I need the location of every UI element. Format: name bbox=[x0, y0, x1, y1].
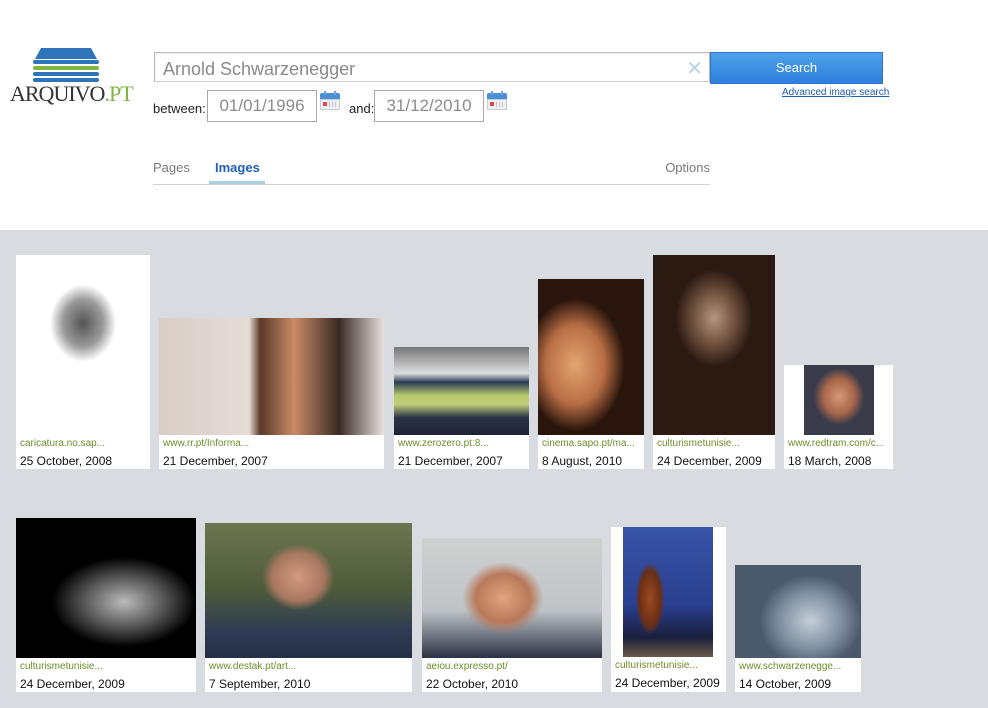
result-source-link[interactable]: culturismetunisie... bbox=[657, 438, 740, 449]
to-date-label: and: bbox=[349, 101, 375, 116]
from-date-input[interactable]: 01/01/1996 bbox=[207, 90, 317, 122]
image-result[interactable]: www.zerozero.pt:8... 21 December, 2007 bbox=[394, 347, 529, 469]
result-date: 8 August, 2010 bbox=[542, 454, 623, 468]
image-result[interactable]: www.schwarzenegge... 14 October, 2009 bbox=[735, 565, 861, 692]
result-thumbnail[interactable] bbox=[623, 527, 713, 657]
image-result[interactable]: culturismetunisie... 24 December, 2009 bbox=[16, 518, 196, 692]
result-source-link[interactable]: www.redtram.com/c... bbox=[788, 438, 884, 449]
image-result[interactable]: www.redtram.com/c... 18 March, 2008 bbox=[784, 365, 893, 469]
result-thumbnail[interactable] bbox=[538, 279, 644, 435]
result-source-link[interactable]: www.schwarzenegge... bbox=[739, 661, 841, 672]
from-date-label: between: bbox=[153, 101, 206, 116]
image-result[interactable]: www.destak.pt/art... 7 September, 2010 bbox=[205, 523, 412, 692]
result-thumbnail[interactable] bbox=[653, 255, 775, 435]
advanced-image-search-link[interactable]: Advanced image search bbox=[782, 87, 889, 98]
image-result[interactable]: culturismetunisie... 24 December, 2009 bbox=[653, 255, 775, 469]
result-date: 25 October, 2008 bbox=[20, 454, 113, 468]
active-tab-indicator bbox=[209, 181, 265, 184]
result-thumbnail[interactable] bbox=[735, 565, 861, 658]
result-thumbnail[interactable] bbox=[159, 318, 384, 435]
result-date: 14 October, 2009 bbox=[739, 677, 832, 691]
archive-stack-icon bbox=[33, 48, 99, 82]
calendar-icon[interactable] bbox=[320, 91, 340, 110]
result-date: 24 December, 2009 bbox=[615, 676, 720, 690]
arquivo-logo[interactable]: ARQUIVO.PT bbox=[10, 48, 134, 108]
tab-options[interactable]: Options bbox=[665, 160, 710, 175]
image-result[interactable]: culturismetunisie... 24 December, 2009 bbox=[611, 527, 726, 692]
result-date: 18 March, 2008 bbox=[788, 454, 872, 468]
image-result[interactable]: caricatura.no.sap... 25 October, 2008 bbox=[16, 255, 150, 469]
result-thumbnail[interactable] bbox=[394, 347, 529, 435]
tab-pages[interactable]: Pages bbox=[153, 160, 190, 175]
result-source-link[interactable]: culturismetunisie... bbox=[20, 661, 103, 672]
result-thumbnail[interactable] bbox=[422, 538, 602, 658]
result-date: 22 October, 2010 bbox=[426, 677, 519, 691]
result-thumbnail[interactable] bbox=[205, 523, 412, 658]
result-thumbnail[interactable] bbox=[20, 263, 146, 435]
result-date: 21 December, 2007 bbox=[398, 454, 503, 468]
result-source-link[interactable]: www.rr.pt/Informa... bbox=[163, 438, 249, 449]
result-thumbnail[interactable] bbox=[16, 518, 196, 658]
result-thumbnail[interactable] bbox=[804, 365, 874, 435]
image-result[interactable]: cinema.sapo.pt/ma... 8 August, 2010 bbox=[538, 279, 644, 469]
result-date: 21 December, 2007 bbox=[163, 454, 268, 468]
image-result[interactable]: aeiou.expresso.pt/ 22 October, 2010 bbox=[422, 538, 602, 692]
result-date: 24 December, 2009 bbox=[657, 454, 762, 468]
result-date: 7 September, 2010 bbox=[209, 677, 311, 691]
result-source-link[interactable]: www.destak.pt/art... bbox=[209, 661, 296, 672]
search-input[interactable]: Arnold Schwarzenegger ✕ bbox=[154, 52, 710, 82]
search-button[interactable]: Search bbox=[710, 52, 883, 84]
calendar-icon[interactable] bbox=[487, 91, 507, 110]
image-results-grid: caricatura.no.sap... 25 October, 2008 ww… bbox=[0, 230, 988, 708]
image-result[interactable]: www.rr.pt/Informa... 21 December, 2007 bbox=[159, 318, 384, 469]
result-source-link[interactable]: aeiou.expresso.pt/ bbox=[426, 661, 508, 672]
result-date: 24 December, 2009 bbox=[20, 677, 125, 691]
result-source-link[interactable]: cinema.sapo.pt/ma... bbox=[542, 438, 635, 449]
result-source-link[interactable]: www.zerozero.pt:8... bbox=[398, 438, 489, 449]
logo-text: ARQUIVO.PT bbox=[10, 81, 134, 106]
tab-images[interactable]: Images bbox=[215, 160, 260, 175]
search-query[interactable]: Arnold Schwarzenegger bbox=[163, 59, 355, 80]
result-source-link[interactable]: caricatura.no.sap... bbox=[20, 438, 105, 449]
search-type-tabs: Pages Images Options bbox=[153, 160, 710, 185]
header: ARQUIVO.PT Arnold Schwarzenegger ✕ Searc… bbox=[0, 0, 988, 230]
result-source-link[interactable]: culturismetunisie... bbox=[615, 660, 698, 671]
close-icon[interactable]: ✕ bbox=[686, 56, 703, 81]
to-date-input[interactable]: 31/12/2010 bbox=[374, 90, 484, 122]
